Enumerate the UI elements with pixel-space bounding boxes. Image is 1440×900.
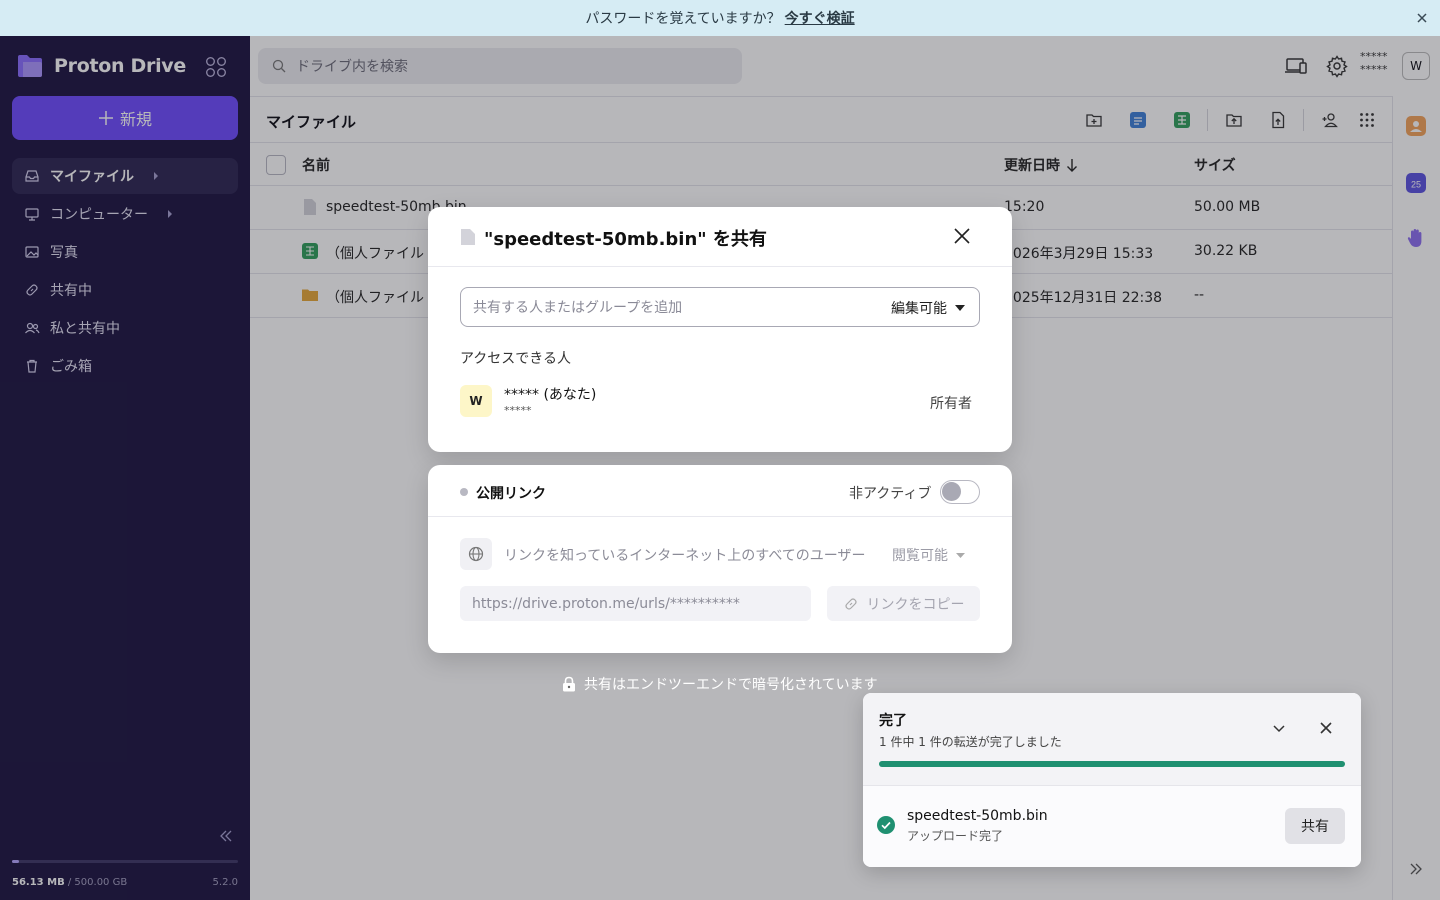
public-link-status: 非アクティブ [849,486,932,502]
banner-text: パスワードを覚えていますか？ [585,11,781,27]
transfer-subtitle: 1 件中 1 件の転送が完了しました [879,735,1062,749]
link-url-field[interactable]: https://drive.proton.me/urls/********** [460,586,811,621]
file-icon [461,229,475,245]
e2e-note-text: 共有はエンドツーエンドで暗号化されています [584,677,878,693]
owner-role: 所有者 [930,396,972,412]
globe-icon-wrap [460,538,492,570]
public-link-title: 公開リンク [476,486,546,502]
owner-name: ***** (あなた) [504,387,597,403]
owner-email: ***** [504,404,532,417]
close-icon[interactable] [952,226,972,246]
toggle-knob [942,482,961,501]
caret-down-icon [956,552,965,558]
copy-link-button[interactable]: リンクをコピー [827,586,980,621]
public-link-panel: 公開リンク 非アクティブ リンクを知っているインターネット上のすべてのユーザー … [428,465,1012,653]
password-banner: パスワードを覚えていますか？ 今すぐ検証 [0,0,1440,36]
transfer-item-name: speedtest-50mb.bin [907,808,1048,824]
globe-icon [468,546,484,562]
permission-select[interactable]: 編集可能 [891,298,965,318]
transfer-manager: 完了 1 件中 1 件の転送が完了しました speedtest-50mb.bin… [863,693,1361,867]
link-icon [844,597,857,610]
transfer-header: 完了 1 件中 1 件の転送が完了しました [863,693,1361,785]
transfer-item: speedtest-50mb.bin アップロード完了 共有 [863,785,1361,867]
share-dialog-header: "speedtest-50mb.bin" を共有 [428,207,1012,267]
public-link-toggle[interactable] [940,480,980,504]
add-people-placeholder: 共有する人またはグループを追加 [473,300,683,316]
share-button[interactable]: 共有 [1285,808,1345,844]
close-icon[interactable] [1318,720,1334,736]
transfer-title: 完了 [879,713,907,729]
verify-now-link[interactable]: 今すぐ検証 [785,8,855,28]
avatar: W [460,385,492,417]
share-dialog: "speedtest-50mb.bin" を共有 共有する人またはグループを追加… [428,207,1012,452]
transfer-item-status: アップロード完了 [907,829,1004,843]
permission-value: 編集可能 [891,301,947,317]
access-label: アクセスできる人 [460,351,572,367]
transfer-progress [879,761,1345,767]
caret-down-icon [955,305,965,311]
e2e-note: 共有はエンドツーエンドで暗号化されています [562,674,878,694]
link-permission-value: 閲覧可能 [892,548,948,564]
share-dialog-title: "speedtest-50mb.bin" を共有 [484,229,767,250]
status-dot [460,488,468,496]
close-icon[interactable] [1414,10,1430,26]
copy-link-label: リンクをコピー [866,596,965,613]
link-audience: リンクを知っているインターネット上のすべてのユーザー [504,548,866,564]
add-people-input[interactable]: 共有する人またはグループを追加 編集可能 [460,287,980,327]
lock-icon [563,676,575,692]
public-link-header: 公開リンク 非アクティブ [428,465,1012,517]
chevron-down-icon[interactable] [1271,720,1287,736]
check-circle-icon [877,816,895,834]
transfer-progress-fill [879,761,1345,767]
link-permission-select[interactable]: 閲覧可能 [892,545,965,565]
